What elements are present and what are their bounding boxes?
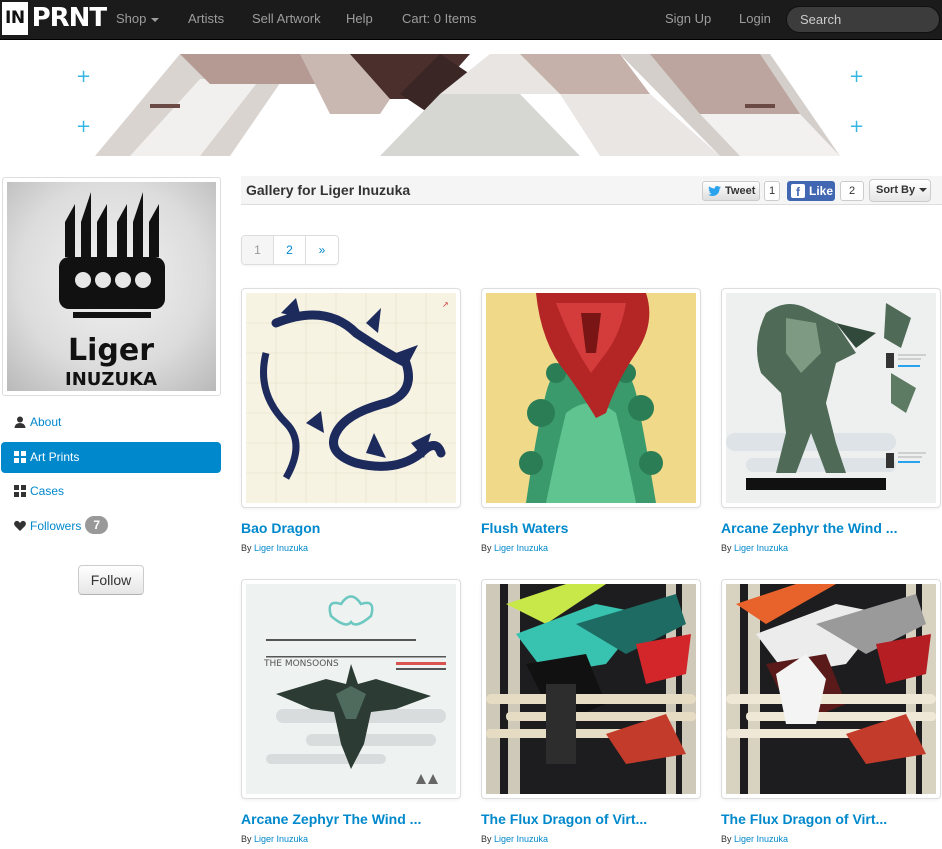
artwork-thumbnail-flux-dragon-1[interactable] <box>481 579 701 799</box>
sidebar-item-about[interactable]: About <box>1 407 221 438</box>
gallery-header: Gallery for Liger Inuzuka Tweet 1 f Like… <box>241 176 942 205</box>
grid-icon <box>14 451 26 463</box>
sidebar-item-label: Art Prints <box>30 450 80 464</box>
tweet-label: Tweet <box>725 185 756 197</box>
search-input[interactable] <box>786 6 940 33</box>
chevron-down-icon <box>919 188 928 193</box>
nav-shop[interactable]: Shop <box>116 0 160 38</box>
avatar-text-top: Liger <box>68 333 154 368</box>
sidebar-item-art-prints[interactable]: Art Prints <box>1 442 221 473</box>
svg-text:+: + <box>76 116 91 137</box>
gallery-title: Gallery for Liger Inuzuka <box>246 182 411 198</box>
artwork-byline: By Liger Inuzuka <box>481 543 549 553</box>
sidebar-item-label: Followers <box>30 519 82 533</box>
like-label: Like <box>809 184 834 198</box>
sort-by-dropdown[interactable]: Sort By <box>869 179 931 202</box>
tweet-count: 1 <box>764 181 780 201</box>
artist-link[interactable]: Liger Inuzuka <box>254 834 308 844</box>
logo-prnt: PRNT <box>31 3 108 33</box>
nav-sign-up[interactable]: Sign Up <box>665 0 711 38</box>
grid-icon <box>14 485 26 497</box>
sidebar-item-cases[interactable]: Cases <box>1 476 221 507</box>
sidebar-item-label: About <box>30 415 62 429</box>
user-icon <box>14 416 26 428</box>
artwork-title[interactable]: Arcane Zephyr the Wind ... <box>721 520 897 536</box>
artwork-thumbnail-arcane-zephyr-1[interactable] <box>721 288 941 508</box>
page-1-link[interactable]: 1 <box>242 236 274 264</box>
artwork-title[interactable]: The Flux Dragon of Virt... <box>721 811 887 827</box>
artwork-byline: By Liger Inuzuka <box>241 834 309 844</box>
chevron-down-icon <box>151 17 160 22</box>
artwork-byline: By Liger Inuzuka <box>481 834 549 844</box>
artist-link[interactable]: Liger Inuzuka <box>254 543 308 553</box>
sidebar-item-followers[interactable]: Followers 7 <box>1 511 221 542</box>
top-navbar: IN PRNT Shop Artists Sell Artwork Help C… <box>0 0 942 40</box>
svg-text:+: + <box>849 116 864 137</box>
artist-link[interactable]: Liger Inuzuka <box>494 834 548 844</box>
page-2-link[interactable]: 2 <box>274 236 306 264</box>
pagination: 1 2 » <box>241 235 339 265</box>
nav-help[interactable]: Help <box>346 0 373 38</box>
nav-sell-artwork[interactable]: Sell Artwork <box>252 0 321 38</box>
follow-button[interactable]: Follow <box>78 565 144 595</box>
nav-shop-label: Shop <box>116 11 147 26</box>
svg-text:+: + <box>76 66 91 87</box>
like-count: 2 <box>840 181 864 201</box>
artwork-title[interactable]: Arcane Zephyr The Wind ... <box>241 811 421 827</box>
artist-link[interactable]: Liger Inuzuka <box>734 543 788 553</box>
sidebar-item-label: Cases <box>30 484 65 498</box>
twitter-bird-icon <box>708 186 721 196</box>
svg-text:+: + <box>849 66 864 87</box>
svg-text:THE MONSOONS: THE MONSOONS <box>263 659 339 669</box>
artwork-title[interactable]: Flush Waters <box>481 520 568 536</box>
artist-link[interactable]: Liger Inuzuka <box>494 543 548 553</box>
artwork-thumbnail-flux-dragon-2[interactable] <box>721 579 941 799</box>
artwork-thumbnail-arcane-zephyr-2[interactable]: THE MONSOONS <box>241 579 461 799</box>
artwork-byline: By Liger Inuzuka <box>241 543 309 553</box>
artwork-thumbnail-bao-dragon[interactable]: ↗ <box>241 288 461 508</box>
artwork-byline: By Liger Inuzuka <box>721 834 789 844</box>
heart-icon <box>14 520 26 531</box>
facebook-like-button[interactable]: f Like <box>787 181 835 201</box>
avatar-text-bottom: INUZUKA <box>65 369 157 390</box>
nav-login[interactable]: Login <box>739 0 771 38</box>
logo-in: IN <box>2 2 28 35</box>
inprnt-logo[interactable]: IN PRNT <box>2 2 108 35</box>
followers-count-badge: 7 <box>85 516 109 534</box>
facebook-icon: f <box>791 184 805 199</box>
artist-avatar: Liger INUZUKA <box>2 177 221 396</box>
artist-banner: + + + + <box>0 54 942 156</box>
svg-text:↗: ↗ <box>442 300 449 309</box>
sort-by-label: Sort By <box>876 184 916 196</box>
nav-cart[interactable]: Cart: 0 Items <box>402 0 476 38</box>
next-page-link[interactable]: » <box>306 236 338 264</box>
artwork-title[interactable]: The Flux Dragon of Virt... <box>481 811 647 827</box>
artist-link[interactable]: Liger Inuzuka <box>734 834 788 844</box>
tweet-button[interactable]: Tweet <box>702 181 760 201</box>
artwork-byline: By Liger Inuzuka <box>721 543 789 553</box>
artwork-thumbnail-flush-waters[interactable] <box>481 288 701 508</box>
artwork-title[interactable]: Bao Dragon <box>241 520 320 536</box>
nav-artists[interactable]: Artists <box>188 0 224 38</box>
